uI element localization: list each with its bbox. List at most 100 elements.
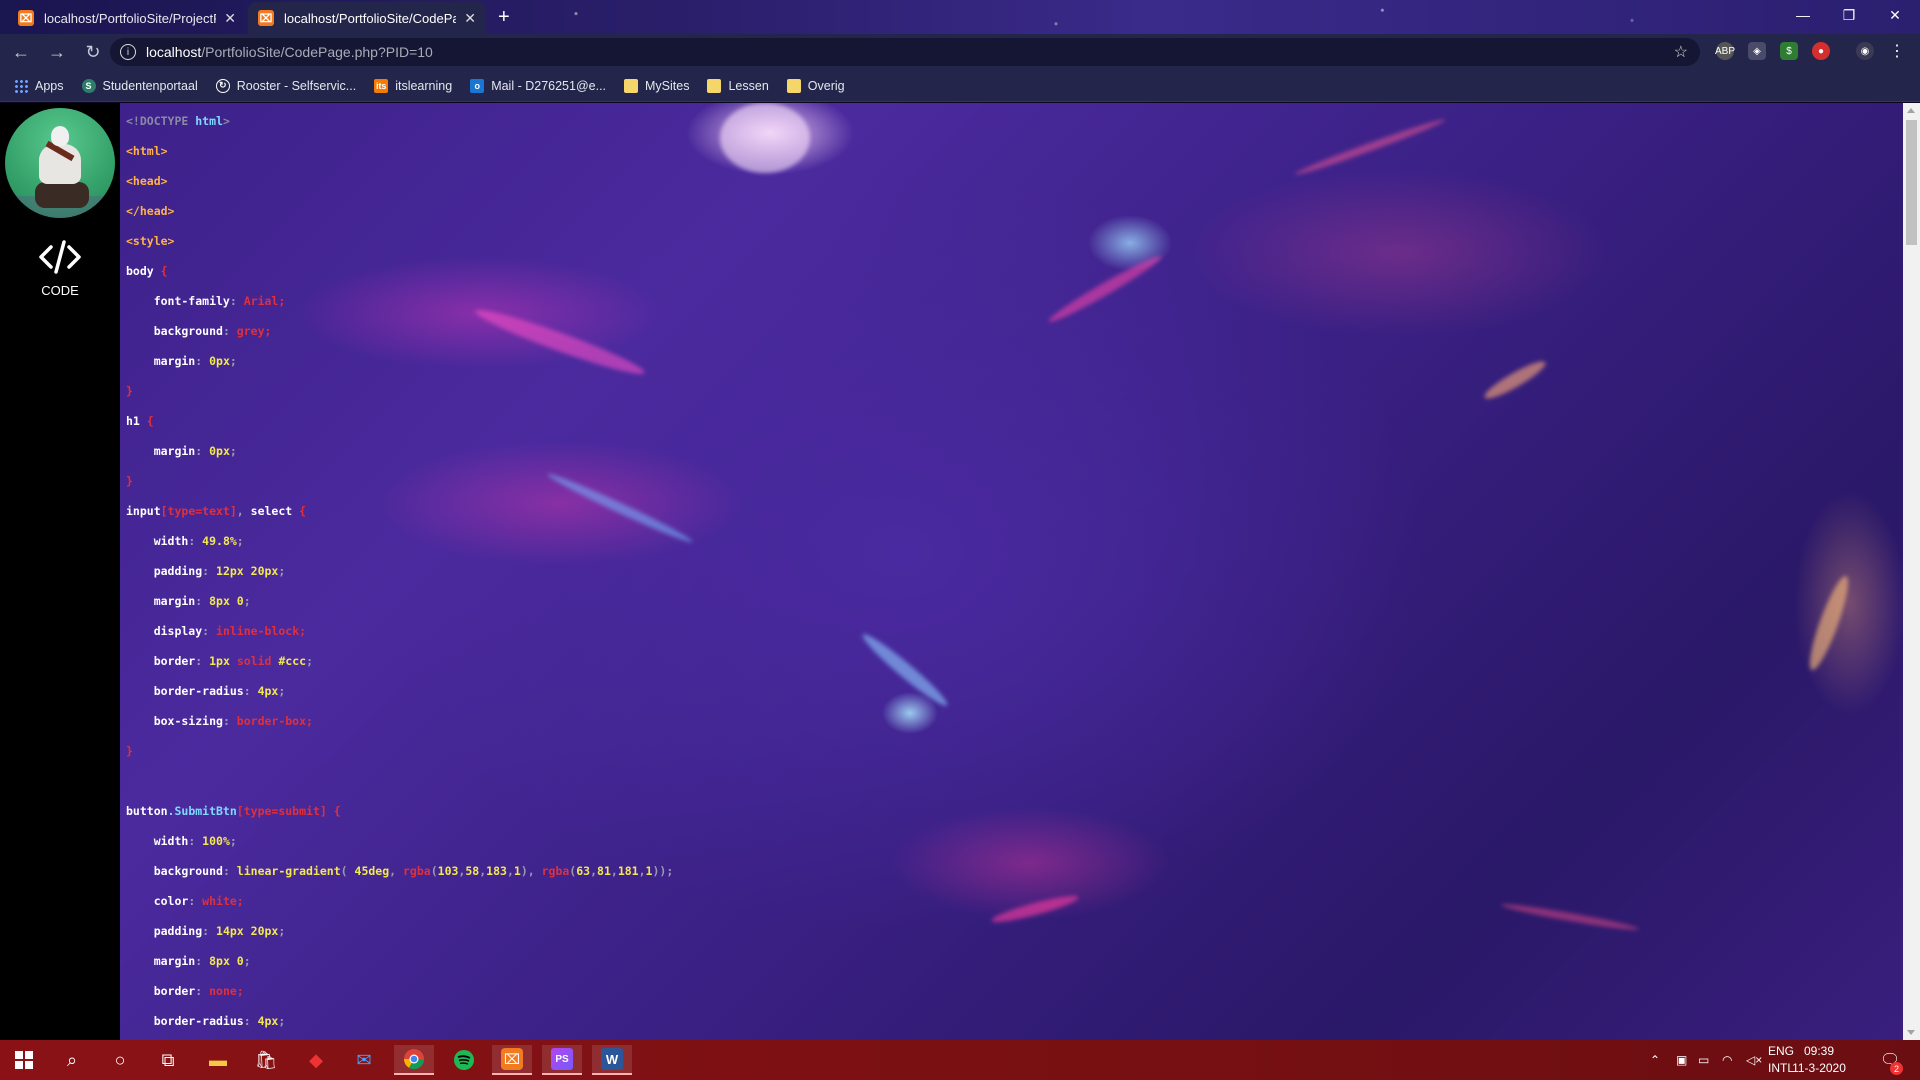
- phpstorm-icon[interactable]: PS: [542, 1045, 582, 1075]
- code-token: ;: [229, 834, 237, 848]
- code-line: padding: 14px 20px;: [126, 916, 1026, 946]
- code-token: ;: [278, 924, 286, 938]
- code-token: padding: [126, 924, 203, 938]
- file-explorer-icon[interactable]: ▬: [198, 1045, 238, 1075]
- code-token: 103: [437, 864, 459, 878]
- store-icon[interactable]: 🛍: [246, 1045, 286, 1075]
- bookmark-mail[interactable]: o Mail - D276251@e...: [470, 78, 607, 93]
- code-token: :: [188, 834, 203, 848]
- restore-button[interactable]: ❐: [1826, 0, 1872, 30]
- sidebar-item-code-label[interactable]: CODE: [0, 283, 120, 298]
- search-icon[interactable]: ⌕: [52, 1045, 92, 1075]
- code-token: </head>: [126, 204, 175, 218]
- code-token: {: [326, 804, 341, 818]
- tray-wifi-icon[interactable]: ◠: [1722, 1040, 1732, 1080]
- code-token: grey: [236, 324, 265, 338]
- close-tab-icon[interactable]: ✕: [224, 10, 236, 27]
- chrome-icon[interactable]: [394, 1045, 434, 1075]
- code-token: (: [340, 864, 355, 878]
- bookmark-star-icon[interactable]: ☆: [1674, 42, 1688, 62]
- notifications-icon[interactable]: 🗨 2: [1880, 1040, 1903, 1080]
- new-tab-button[interactable]: +: [498, 6, 510, 29]
- close-window-button[interactable]: ✕: [1872, 0, 1918, 30]
- mail-icon[interactable]: ✉: [344, 1045, 384, 1075]
- code-token: button: [126, 804, 168, 818]
- bookmark-overig[interactable]: Overig: [786, 78, 845, 93]
- code-token: margin: [126, 444, 196, 458]
- code-token: rgba: [403, 864, 431, 878]
- bookmark-apps[interactable]: Apps: [14, 78, 64, 93]
- code-token: >: [222, 114, 230, 128]
- code-token: margin: [126, 354, 196, 368]
- bookmark-label: Lessen: [728, 78, 769, 93]
- bookmark-label: Mail - D276251@e...: [491, 78, 607, 93]
- code-token: ),: [520, 864, 542, 878]
- code-line: margin: 8px 0;: [126, 586, 1026, 616]
- bookmark-studentenportaal[interactable]: S Studentenportaal: [81, 78, 198, 93]
- minimize-button[interactable]: —: [1780, 0, 1826, 30]
- tray-battery-icon[interactable]: ▭: [1698, 1040, 1709, 1080]
- tray-app-icon[interactable]: ▣: [1676, 1040, 1687, 1080]
- code-token: 1px: [209, 654, 237, 668]
- task-view-icon[interactable]: ⧉: [148, 1045, 188, 1075]
- code-brackets-icon[interactable]: [38, 239, 82, 275]
- bookmark-label: MySites: [645, 78, 690, 93]
- menu-kebab-icon[interactable]: ⋮: [1888, 42, 1906, 60]
- scroll-up-arrow-icon[interactable]: [1907, 108, 1915, 113]
- bookmark-lessen[interactable]: Lessen: [707, 78, 769, 93]
- code-token: {: [160, 264, 168, 278]
- bookmark-rooster[interactable]: ↻ Rooster - Selfservic...: [215, 78, 356, 93]
- extension-shield-icon[interactable]: ◈: [1748, 42, 1766, 60]
- cortana-icon[interactable]: ○: [100, 1045, 140, 1075]
- close-tab-icon[interactable]: ✕: [464, 10, 476, 27]
- xampp-icon[interactable]: ⌧: [492, 1045, 532, 1075]
- extension-red-icon[interactable]: ●: [1812, 42, 1830, 60]
- code-token: ;: [299, 624, 307, 638]
- bookmark-itslearning[interactable]: its itslearning: [374, 78, 452, 93]
- tray-volume-muted-icon[interactable]: ◁×: [1746, 1040, 1762, 1080]
- code-token: 4px: [257, 684, 279, 698]
- scroll-down-arrow-icon[interactable]: [1907, 1030, 1915, 1035]
- address-bar[interactable]: i localhost/PortfolioSite/CodePage.php?P…: [110, 38, 1700, 66]
- reload-button[interactable]: ↻: [78, 37, 108, 67]
- code-token: padding: [126, 564, 203, 578]
- code-token: Arial: [243, 294, 279, 308]
- extension-abp-icon[interactable]: ABP: [1715, 42, 1735, 60]
- back-button[interactable]: ←: [6, 37, 36, 67]
- code-token: ;: [278, 294, 286, 308]
- word-icon[interactable]: W: [592, 1045, 632, 1075]
- profile-avatar-icon[interactable]: ◉: [1856, 42, 1874, 60]
- outlook-icon: o: [470, 78, 485, 93]
- scrollbar-thumb[interactable]: [1906, 120, 1917, 245]
- tab-code-page[interactable]: ⌧ localhost/PortfolioSite/CodePage ✕: [248, 2, 486, 34]
- tray-overflow-chevron-icon[interactable]: ⌃: [1650, 1040, 1660, 1080]
- start-icon[interactable]: [4, 1045, 44, 1075]
- code-token: :: [243, 684, 258, 698]
- bookmark-mysites[interactable]: MySites: [624, 78, 690, 93]
- code-token: 12px 20px: [216, 564, 279, 578]
- page-scrollbar[interactable]: [1903, 103, 1920, 1040]
- site-info-icon[interactable]: i: [120, 44, 136, 60]
- code-token: .SubmitBtn: [167, 804, 237, 818]
- code-token: ;: [243, 594, 251, 608]
- code-line: display: inline-block;: [126, 616, 1026, 646]
- code-token: :: [195, 954, 210, 968]
- extension-dollar-icon[interactable]: $: [1780, 42, 1798, 60]
- code-token: ;: [236, 534, 244, 548]
- code-token: margin: [126, 954, 196, 968]
- code-token: inline-block: [216, 624, 300, 638]
- clock[interactable]: 09:39 11-3-2020: [1784, 1043, 1854, 1077]
- code-token: :: [243, 1014, 258, 1028]
- game-icon[interactable]: ◆: [296, 1045, 336, 1075]
- code-line: <html>: [126, 136, 1026, 166]
- code-token: :: [195, 654, 210, 668]
- code-token: none: [209, 984, 237, 998]
- tab-project-page[interactable]: ⌧ localhost/PortfolioSite/ProjectPa ✕: [8, 2, 246, 34]
- code-token: border-box: [236, 714, 307, 728]
- code-line: border-radius: 4px;: [126, 1006, 1026, 1036]
- spotify-icon[interactable]: [444, 1045, 484, 1075]
- code-token: ,: [389, 864, 403, 878]
- forward-button[interactable]: →: [42, 37, 72, 67]
- url-host: localhost: [146, 44, 202, 60]
- code-line: width: 100%;: [126, 826, 1026, 856]
